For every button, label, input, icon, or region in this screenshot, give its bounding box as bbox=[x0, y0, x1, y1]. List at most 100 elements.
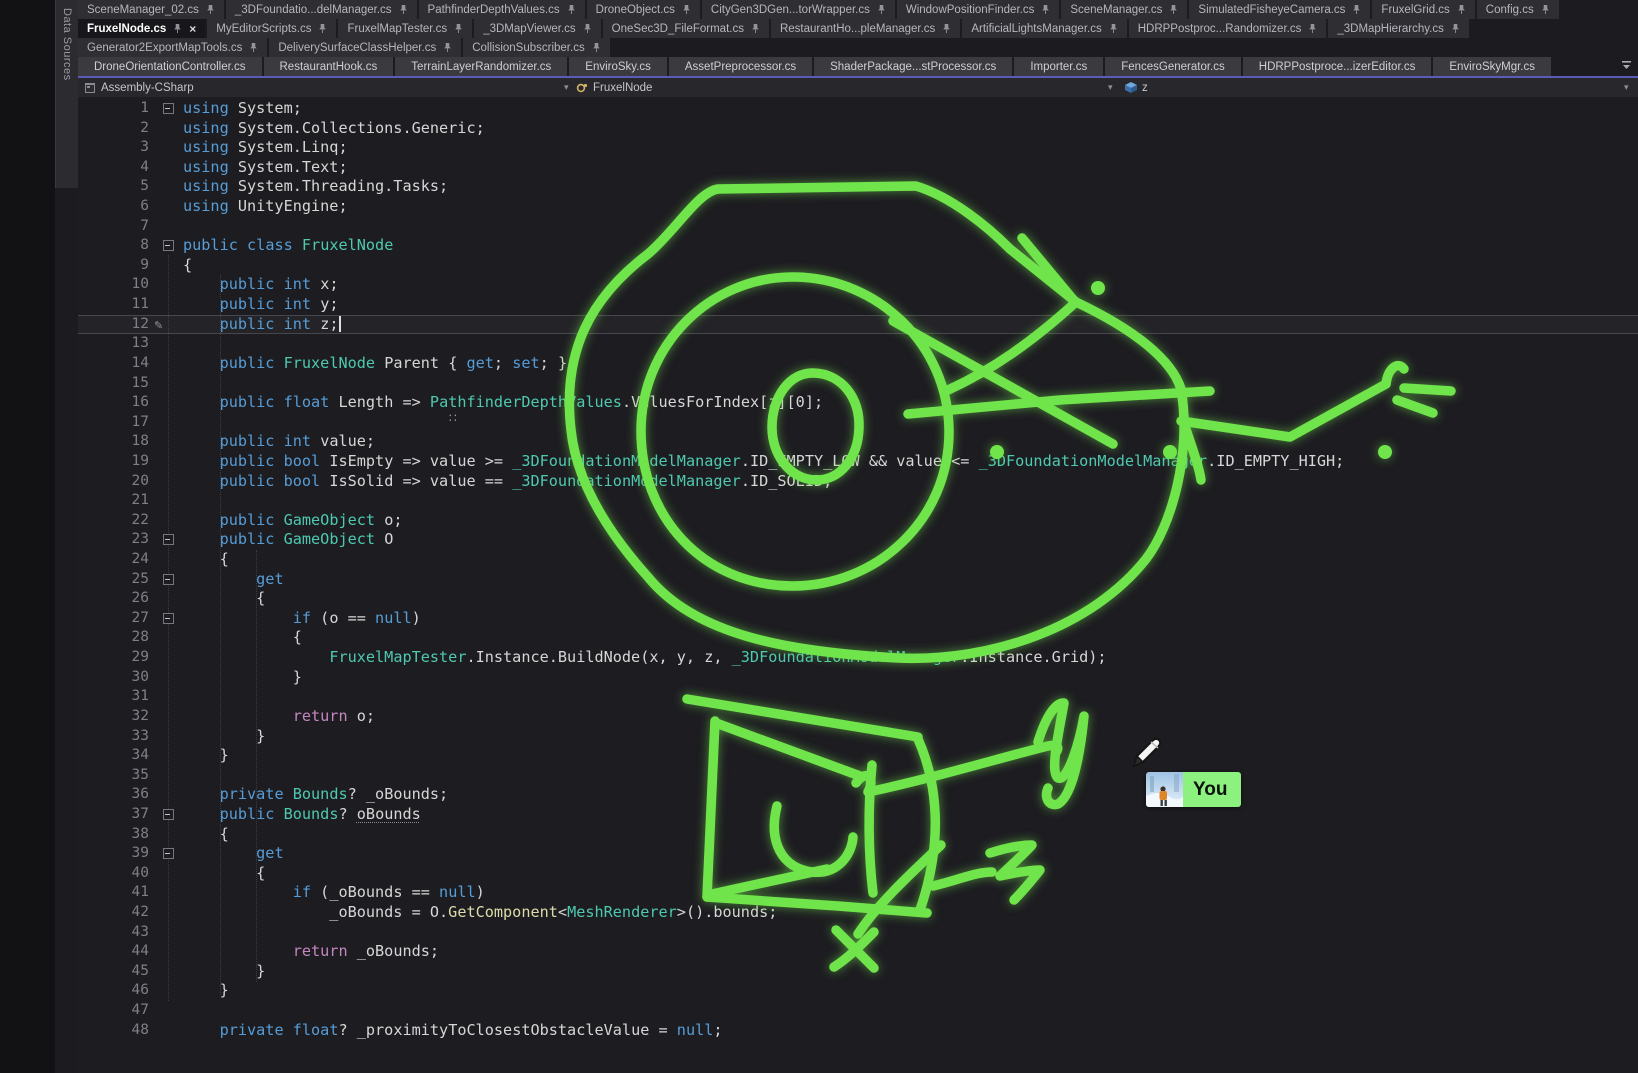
tab-pathfinderdepthvalues-cs[interactable]: PathfinderDepthValues.cs bbox=[419, 0, 585, 19]
tab--3dmapviewer-cs[interactable]: _3DMapViewer.cs bbox=[474, 19, 600, 38]
code-line-18[interactable]: 18 public int value; bbox=[78, 432, 1638, 452]
fold-collapse-box[interactable] bbox=[155, 236, 183, 256]
code-line-44[interactable]: 44 return _oBounds; bbox=[78, 942, 1638, 962]
code-line-21[interactable]: 21 bbox=[78, 491, 1638, 511]
pin-icon[interactable] bbox=[454, 23, 463, 34]
pin-icon[interactable] bbox=[592, 42, 601, 53]
code-line-48[interactable]: 48 private float? _proximityToClosestObs… bbox=[78, 1021, 1638, 1041]
tab-envirosky-cs[interactable]: EnviroSky.cs bbox=[569, 57, 667, 76]
code-line-36[interactable]: 36 private Bounds? _oBounds; bbox=[78, 785, 1638, 805]
code-editor[interactable]: 1using System;2using System.Collections.… bbox=[78, 97, 1638, 1073]
pin-icon[interactable] bbox=[249, 42, 258, 53]
code-line-9[interactable]: 9{ bbox=[78, 256, 1638, 276]
tab-shaderpackage-stprocessor-cs[interactable]: ShaderPackage...stProcessor.cs bbox=[814, 57, 1012, 76]
code-line-42[interactable]: 42 _oBounds = O.GetComponent<MeshRendere… bbox=[78, 903, 1638, 923]
pin-icon[interactable] bbox=[443, 42, 452, 53]
code-line-47[interactable]: 47 bbox=[78, 1001, 1638, 1021]
code-line-30[interactable]: 30 } bbox=[78, 668, 1638, 688]
tab-config-cs[interactable]: Config.cs bbox=[1477, 0, 1559, 19]
pin-icon[interactable] bbox=[1457, 4, 1466, 15]
pin-icon[interactable] bbox=[942, 23, 951, 34]
tab-collisionsubscriber-cs[interactable]: CollisionSubscriber.cs bbox=[463, 38, 610, 57]
tab-deliverysurfaceclasshelper-cs[interactable]: DeliverySurfaceClassHelper.cs bbox=[269, 38, 461, 57]
tab-scenemanager-cs[interactable]: SceneManager.cs bbox=[1061, 0, 1187, 19]
code-line-20[interactable]: 20 public bool IsSolid => value == _3DFo… bbox=[78, 472, 1638, 492]
fold-collapse-box[interactable] bbox=[155, 570, 183, 590]
code-line-23[interactable]: 23 public GameObject O bbox=[78, 530, 1638, 550]
fold-collapse-box[interactable] bbox=[155, 530, 183, 550]
code-line-34[interactable]: 34 } bbox=[78, 746, 1638, 766]
fold-collapse-box[interactable] bbox=[155, 99, 183, 119]
code-line-17[interactable]: 17 bbox=[78, 413, 1638, 433]
pin-icon[interactable] bbox=[318, 23, 327, 34]
code-line-3[interactable]: 3using System.Linq; bbox=[78, 138, 1638, 158]
code-line-12[interactable]: 12 public int z;✎ bbox=[78, 315, 1638, 335]
chevron-down-icon[interactable]: ▾ bbox=[1624, 78, 1629, 97]
breadcrumb-member-dropdown[interactable]: z bbox=[1142, 78, 1148, 97]
pin-icon[interactable] bbox=[1041, 4, 1050, 15]
pin-icon[interactable] bbox=[1308, 23, 1317, 34]
code-line-6[interactable]: 6using UnityEngine; bbox=[78, 197, 1638, 217]
code-line-33[interactable]: 33 } bbox=[78, 727, 1638, 747]
tab-restauranthook-cs[interactable]: RestaurantHook.cs bbox=[264, 57, 394, 76]
fold-collapse-box[interactable] bbox=[155, 805, 183, 825]
chevron-down-icon[interactable]: ▾ bbox=[564, 78, 569, 97]
code-line-10[interactable]: 10 public int x; bbox=[78, 275, 1638, 295]
code-line-45[interactable]: 45 } bbox=[78, 962, 1638, 982]
fold-collapse-box[interactable] bbox=[155, 844, 183, 864]
code-line-26[interactable]: 26 { bbox=[78, 589, 1638, 609]
chevron-down-icon[interactable]: ▾ bbox=[1108, 78, 1113, 97]
tab-assetpreprocessor-cs[interactable]: AssetPreprocessor.cs bbox=[669, 57, 812, 76]
breadcrumb-project-dropdown[interactable]: Assembly-CSharp bbox=[101, 78, 194, 97]
code-line-31[interactable]: 31 bbox=[78, 687, 1638, 707]
fold-collapse-box[interactable] bbox=[155, 609, 183, 629]
tab--3dmaphierarchy-cs[interactable]: _3DMapHierarchy.cs bbox=[1328, 19, 1469, 38]
tab-fruxelnode-cs[interactable]: FruxelNode.cs× bbox=[78, 19, 205, 38]
code-line-46[interactable]: 46 } bbox=[78, 981, 1638, 1001]
code-line-27[interactable]: 27 if (o == null) bbox=[78, 609, 1638, 629]
tab-hdrppostproce-izereditor-cs[interactable]: HDRPPostproce...izerEditor.cs bbox=[1243, 57, 1432, 76]
data-sources-vertical-tab[interactable]: Data Sources bbox=[55, 0, 78, 188]
tab-hdrppostproc-randomizer-cs[interactable]: HDRPPostproc...Randomizer.cs bbox=[1129, 19, 1327, 38]
code-line-40[interactable]: 40 { bbox=[78, 864, 1638, 884]
tab-overflow-button[interactable] bbox=[1620, 59, 1634, 73]
code-line-5[interactable]: 5using System.Threading.Tasks; bbox=[78, 177, 1638, 197]
pin-icon[interactable] bbox=[206, 4, 215, 15]
code-line-13[interactable]: 13 bbox=[78, 334, 1638, 354]
pin-icon[interactable] bbox=[1541, 4, 1550, 15]
pin-icon[interactable] bbox=[583, 23, 592, 34]
tab-onesec3d-fileformat-cs[interactable]: OneSec3D_FileFormat.cs bbox=[603, 19, 769, 38]
pin-icon[interactable] bbox=[1352, 4, 1361, 15]
pin-icon[interactable] bbox=[1109, 23, 1118, 34]
pin-icon[interactable] bbox=[751, 23, 760, 34]
tab-citygen3dgen-torwrapper-cs[interactable]: CityGen3DGen...torWrapper.cs bbox=[702, 0, 895, 19]
tab-fruxelgrid-cs[interactable]: FruxelGrid.cs bbox=[1372, 0, 1474, 19]
tab-artificiallightsmanager-cs[interactable]: ArtificialLightsManager.cs bbox=[962, 19, 1126, 38]
tab--3dfoundatio-delmanager-cs[interactable]: _3DFoundatio...delManager.cs bbox=[226, 0, 417, 19]
close-icon[interactable]: × bbox=[189, 23, 196, 35]
pin-icon[interactable] bbox=[567, 4, 576, 15]
pin-icon[interactable] bbox=[399, 4, 408, 15]
code-line-32[interactable]: 32 return o; bbox=[78, 707, 1638, 727]
code-line-14[interactable]: 14 public FruxelNode Parent { get; set; … bbox=[78, 354, 1638, 374]
code-line-37[interactable]: 37 public Bounds? oBounds bbox=[78, 805, 1638, 825]
pin-icon[interactable] bbox=[1451, 23, 1460, 34]
pin-icon[interactable] bbox=[1169, 4, 1178, 15]
tab-droneobject-cs[interactable]: DroneObject.cs bbox=[587, 0, 700, 19]
code-line-7[interactable]: 7 bbox=[78, 217, 1638, 237]
pin-icon[interactable] bbox=[877, 4, 886, 15]
code-line-16[interactable]: 16 public float Length => PathfinderDept… bbox=[78, 393, 1638, 413]
code-line-29[interactable]: 29 FruxelMapTester.Instance.BuildNode(x,… bbox=[78, 648, 1638, 668]
code-line-11[interactable]: 11 public int y; bbox=[78, 295, 1638, 315]
tab-enviroskymgr-cs[interactable]: EnviroSkyMgr.cs bbox=[1433, 57, 1551, 76]
code-line-4[interactable]: 4using System.Text; bbox=[78, 158, 1638, 178]
tab-simulatedfisheyecamera-cs[interactable]: SimulatedFisheyeCamera.cs bbox=[1189, 0, 1370, 19]
code-line-41[interactable]: 41 if (_oBounds == null) bbox=[78, 883, 1638, 903]
tab-droneorientationcontroller-cs[interactable]: DroneOrientationController.cs bbox=[78, 57, 262, 76]
tab-fencesgenerator-cs[interactable]: FencesGenerator.cs bbox=[1105, 57, 1241, 76]
pin-icon[interactable] bbox=[682, 4, 691, 15]
tab-scenemanager-02-cs[interactable]: SceneManager_02.cs bbox=[78, 0, 224, 19]
code-line-2[interactable]: 2using System.Collections.Generic; bbox=[78, 119, 1638, 139]
tab-importer-cs[interactable]: Importer.cs bbox=[1014, 57, 1103, 76]
tab-restaurantho-plemanager-cs[interactable]: RestaurantHo...pleManager.cs bbox=[771, 19, 960, 38]
